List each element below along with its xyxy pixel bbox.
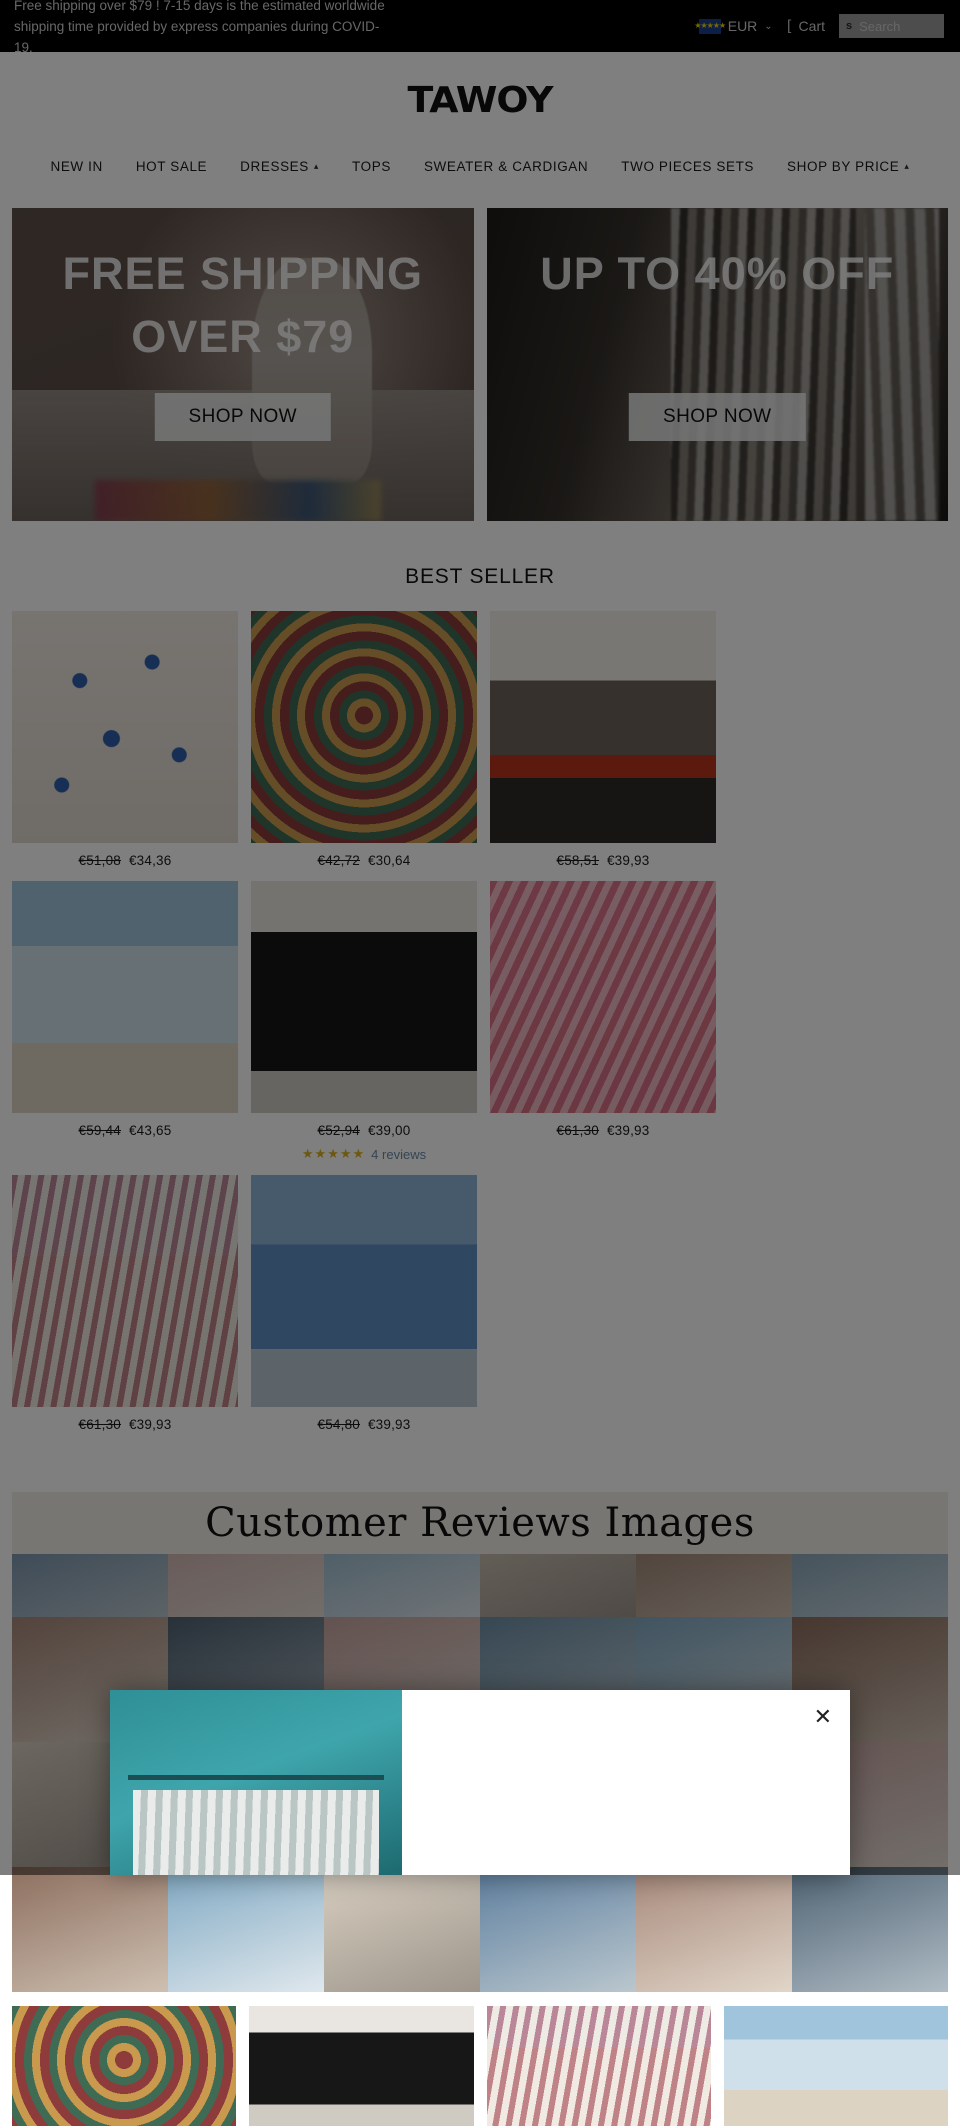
search-icon: s: [846, 20, 853, 32]
hero-banners: FREE SHIPPING OVER $79 SHOP NOW UP TO 40…: [0, 208, 960, 521]
price-original: €54,80: [317, 1417, 361, 1432]
main-navigation: NEW IN HOT SALE DRESSES ▴ TOPS SWEATER &…: [0, 121, 960, 208]
close-icon[interactable]: ✕: [814, 1706, 832, 1728]
price-sale: €39,93: [128, 1417, 172, 1432]
product-card[interactable]: €42,72 €30,64: [251, 611, 477, 868]
product-card[interactable]: €61,30 €39,93: [490, 881, 716, 1162]
price-original: €42,72: [317, 853, 361, 868]
hero-banner-free-shipping[interactable]: FREE SHIPPING OVER $79 SHOP NOW: [12, 208, 474, 521]
product-price: €51,08 €34,36: [12, 843, 238, 868]
star-rating-icon: ★★★★★: [301, 1146, 366, 1161]
currency-selector[interactable]: ★★★★★ EUR ⌄: [694, 18, 773, 34]
nav-label: DRESSES: [240, 159, 309, 174]
price-original: €51,08: [78, 853, 122, 868]
shop-now-button[interactable]: SHOP NOW: [154, 393, 331, 441]
price-original: €61,30: [78, 1417, 122, 1432]
price-original: €59,44: [78, 1123, 122, 1138]
announcement-controls: ★★★★★ EUR ⌄ [ Cart s Search: [694, 0, 944, 52]
product-image[interactable]: [12, 881, 238, 1113]
shop-now-button[interactable]: SHOP NOW: [629, 393, 806, 441]
modal-content: ✕: [402, 1690, 850, 1875]
product-image[interactable]: [249, 2006, 474, 2126]
reviews-banner-title: Customer Reviews Images: [205, 1500, 755, 1546]
price-sale: €39,00: [367, 1123, 411, 1138]
product-price: €61,30 €39,93: [490, 1113, 716, 1138]
nav-item-hot-sale[interactable]: HOT SALE: [136, 159, 207, 174]
price-sale: €39,93: [606, 853, 650, 868]
nav-label: NEW IN: [50, 159, 103, 174]
nav-label: SWEATER & CARDIGAN: [423, 159, 589, 174]
nav-label: TWO PIECES SETS: [621, 159, 755, 174]
reviews-banner-heading: Customer Reviews Images: [12, 1492, 948, 1554]
hero-banner-discount[interactable]: UP TO 40% OFF SHOP NOW: [486, 208, 948, 521]
eu-flag-icon: ★★★★★: [694, 18, 726, 34]
product-image[interactable]: [490, 881, 716, 1113]
caret-icon: ▴: [904, 161, 910, 171]
product-image[interactable]: [12, 611, 238, 843]
product-price: €54,80 €39,93: [251, 1407, 477, 1432]
product-image[interactable]: [12, 1175, 238, 1407]
hero-title: UP TO 40% OFF: [540, 248, 895, 299]
product-price: €52,94 €39,00: [251, 1113, 477, 1138]
nav-label: TOPS: [352, 159, 391, 174]
product-image[interactable]: [251, 611, 477, 843]
product-price: €59,44 €43,65: [12, 1113, 238, 1138]
product-image[interactable]: [723, 2006, 948, 2126]
caret-icon: ▴: [313, 161, 320, 171]
storefront-page: Free shipping over $79 ! 7-15 days is th…: [0, 0, 960, 2126]
nav-item-shop-by-price[interactable]: SHOP BY PRICE ▴: [787, 159, 909, 174]
product-card[interactable]: €58,51 €39,93: [490, 611, 716, 868]
chevron-down-icon: ⌄: [764, 20, 773, 32]
nav-item-new-in[interactable]: NEW IN: [50, 159, 102, 174]
product-image[interactable]: [486, 2006, 711, 2126]
product-price: €61,30 €39,93: [12, 1407, 238, 1432]
product-image[interactable]: [12, 2006, 237, 2126]
announcement-bar: Free shipping over $79 ! 7-15 days is th…: [0, 0, 960, 55]
product-rating[interactable]: ★★★★★ 4 reviews: [251, 1138, 477, 1162]
product-card[interactable]: €51,08 €34,36: [12, 611, 238, 868]
promo-modal: ✕: [110, 1690, 850, 1875]
search-box[interactable]: s Search: [839, 14, 944, 38]
bottom-product-strip: [0, 1992, 960, 2126]
product-grid: €51,08 €34,36 €42,72 €30,64 €58,51 €39,9…: [0, 611, 960, 1432]
review-count-link[interactable]: 4 reviews: [371, 1147, 426, 1162]
price-sale: €39,93: [606, 1123, 650, 1138]
product-card[interactable]: €59,44 €43,65: [12, 881, 238, 1162]
nav-item-dresses[interactable]: DRESSES ▴: [240, 159, 319, 174]
product-card[interactable]: €61,30 €39,93: [12, 1175, 238, 1432]
hero-title: FREE SHIPPING OVER $79: [62, 248, 424, 362]
nav-item-tops[interactable]: TOPS: [352, 159, 391, 174]
product-image[interactable]: [490, 611, 716, 843]
nav-label: HOT SALE: [135, 159, 208, 174]
product-price: €42,72 €30,64: [251, 843, 477, 868]
price-sale: €39,93: [367, 1417, 411, 1432]
announcement-text: Free shipping over $79 ! 7-15 days is th…: [14, 0, 385, 55]
price-sale: €30,64: [367, 853, 411, 868]
price-original: €61,30: [556, 1123, 600, 1138]
product-price: €58,51 €39,93: [490, 843, 716, 868]
price-sale: €43,65: [128, 1123, 172, 1138]
page-title: BEST SELLER: [405, 565, 555, 588]
cart-icon: [: [786, 17, 793, 35]
currency-label: EUR: [727, 18, 758, 34]
modal-image: [110, 1690, 402, 1875]
site-logo[interactable]: TAWOY: [0, 80, 960, 121]
product-image[interactable]: [251, 881, 477, 1113]
cart-link[interactable]: [ Cart: [787, 17, 825, 35]
price-original: €52,94: [317, 1123, 361, 1138]
price-sale: €34,36: [128, 853, 172, 868]
nav-item-two-pieces-sets[interactable]: TWO PIECES SETS: [621, 159, 754, 174]
product-image[interactable]: [251, 1175, 477, 1407]
product-card[interactable]: €52,94 €39,00 ★★★★★ 4 reviews: [251, 881, 477, 1162]
product-card[interactable]: €54,80 €39,93: [251, 1175, 477, 1432]
search-input[interactable]: Search: [859, 19, 900, 34]
site-header: TAWOY NEW IN HOT SALE DRESSES ▴ TOPS SWE…: [0, 52, 960, 208]
nav-label: SHOP BY PRICE: [787, 159, 900, 174]
cart-label: Cart: [798, 18, 825, 34]
price-original: €58,51: [556, 853, 600, 868]
nav-item-sweater-cardigan[interactable]: SWEATER & CARDIGAN: [424, 159, 588, 174]
